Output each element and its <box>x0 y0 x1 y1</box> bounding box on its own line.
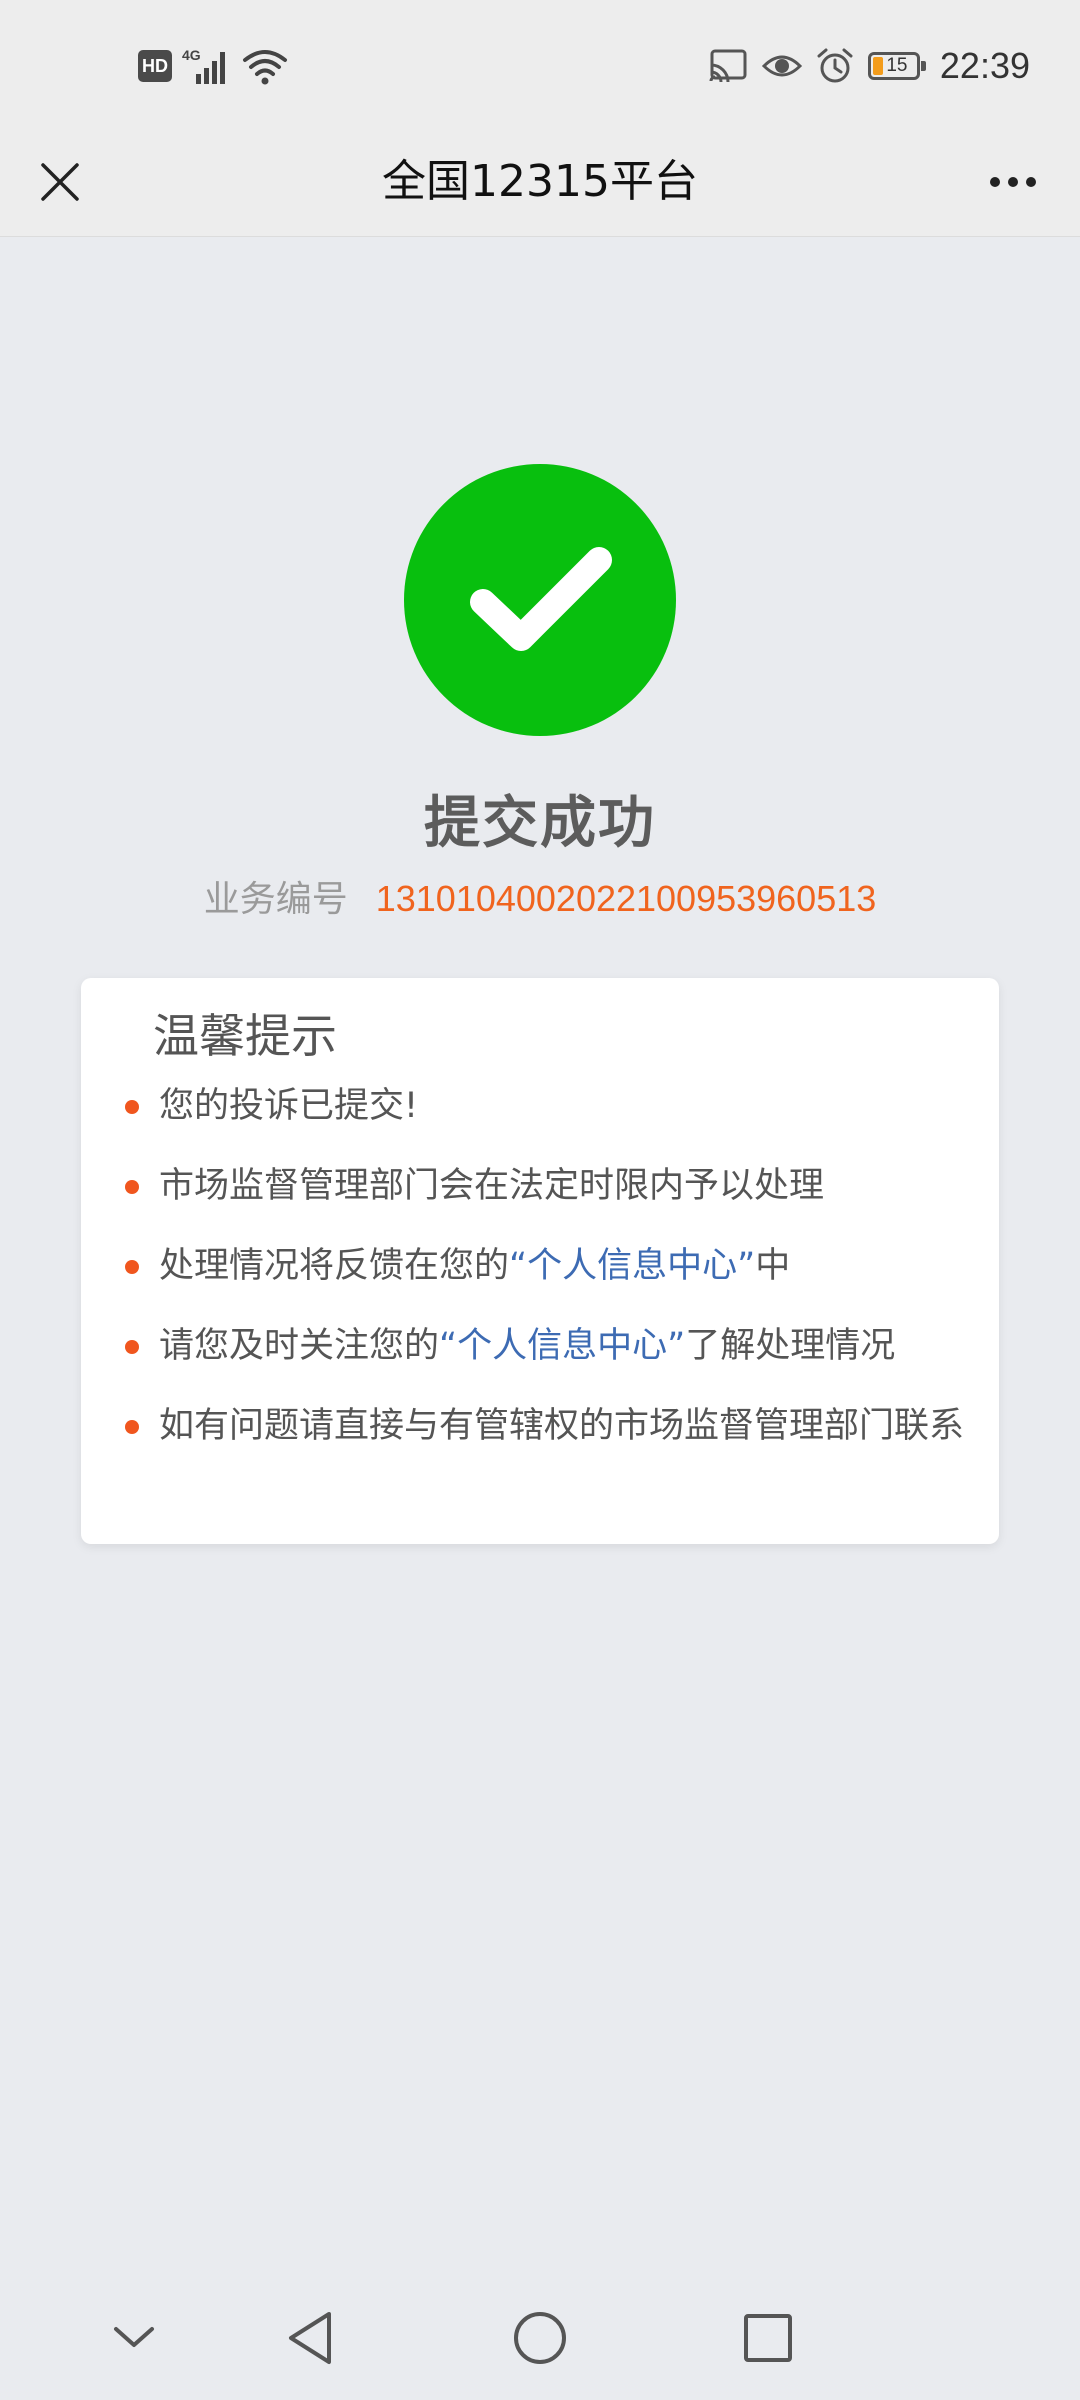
more-icon-dot <box>1008 177 1018 187</box>
status-left: HD 4G <box>138 44 288 88</box>
bullet-icon <box>125 1100 139 1114</box>
cast-icon <box>709 49 747 83</box>
list-item: 请您及时关注您的“个人信息中心”了解处理情况 <box>119 1318 969 1374</box>
eye-icon <box>761 55 802 77</box>
business-number-label: 业务编号 <box>203 879 348 920</box>
close-button[interactable] <box>30 152 90 212</box>
tip-text: 请您及时关注您的 <box>159 1326 440 1366</box>
bullet-icon <box>125 1420 139 1434</box>
battery-icon: 15 <box>867 52 926 80</box>
signal-icon: 4G <box>182 47 225 84</box>
personal-center-link[interactable]: “个人信息中心” <box>509 1246 755 1286</box>
tips-title: 温馨提示 <box>153 1009 337 1063</box>
recents-icon <box>744 2314 792 2362</box>
back-button[interactable] <box>268 2296 352 2380</box>
list-item: 市场监督管理部门会在法定时限内予以处理 <box>119 1158 969 1214</box>
home-icon <box>514 2312 566 2364</box>
status-right: 15 22:39 <box>708 40 1030 92</box>
tip-text: 了解处理情况 <box>685 1326 896 1366</box>
status-time: 22:39 <box>939 45 1030 86</box>
bullet-icon <box>125 1180 139 1194</box>
tip-text: 如有问题请直接与有管辖权的市场监督管理部门联系 <box>159 1406 965 1446</box>
list-item: 处理情况将反馈在您的“个人信息中心”中 <box>119 1238 969 1294</box>
collapse-icon <box>114 2327 154 2347</box>
bullet-icon <box>125 1260 139 1274</box>
tip-text: 中 <box>755 1246 791 1286</box>
status-bar: HD 4G 15 22:39 <box>0 0 1080 128</box>
hd-icon: HD <box>138 50 172 82</box>
check-icon <box>470 547 612 651</box>
tips-card: 温馨提示 您的投诉已提交! 市场监督管理部门会在法定时限内予以处理 处理情况将反… <box>81 978 999 1544</box>
check-circle-icon <box>404 464 676 736</box>
list-item: 您的投诉已提交! <box>119 1078 969 1134</box>
tip-text: 您的投诉已提交! <box>159 1086 419 1126</box>
more-icon-dot <box>990 177 1000 187</box>
list-item: 如有问题请直接与有管辖权的市场监督管理部门联系 <box>119 1398 969 1454</box>
result-title: 提交成功 <box>424 791 656 856</box>
bullet-icon <box>125 1340 139 1354</box>
tip-text: 处理情况将反馈在您的 <box>159 1246 510 1286</box>
tip-text: 市场监督管理部门会在法定时限内予以处理 <box>159 1166 825 1206</box>
recents-button[interactable] <box>726 2296 810 2380</box>
more-icon-dot <box>1026 177 1036 187</box>
alarm-icon <box>817 48 853 83</box>
more-button[interactable] <box>978 152 1048 212</box>
wifi-icon <box>243 50 287 85</box>
page-title: 全国12315平台 <box>382 156 698 207</box>
svg-text:4G: 4G <box>182 47 201 63</box>
collapse-button[interactable] <box>92 2296 176 2380</box>
system-nav-bar <box>0 2276 1080 2400</box>
business-number-row: 业务编号 1310104002022100953960513 <box>0 870 1080 922</box>
nav-bar: 全国12315平台 <box>0 128 1080 237</box>
business-number-value: 1310104002022100953960513 <box>375 878 877 919</box>
battery-level: 15 <box>886 55 908 76</box>
tips-list: 您的投诉已提交! 市场监督管理部门会在法定时限内予以处理 处理情况将反馈在您的“… <box>119 1078 969 1478</box>
personal-center-link[interactable]: “个人信息中心” <box>439 1326 685 1366</box>
back-icon <box>289 2312 331 2364</box>
close-icon <box>41 163 79 201</box>
home-button[interactable] <box>498 2296 582 2380</box>
